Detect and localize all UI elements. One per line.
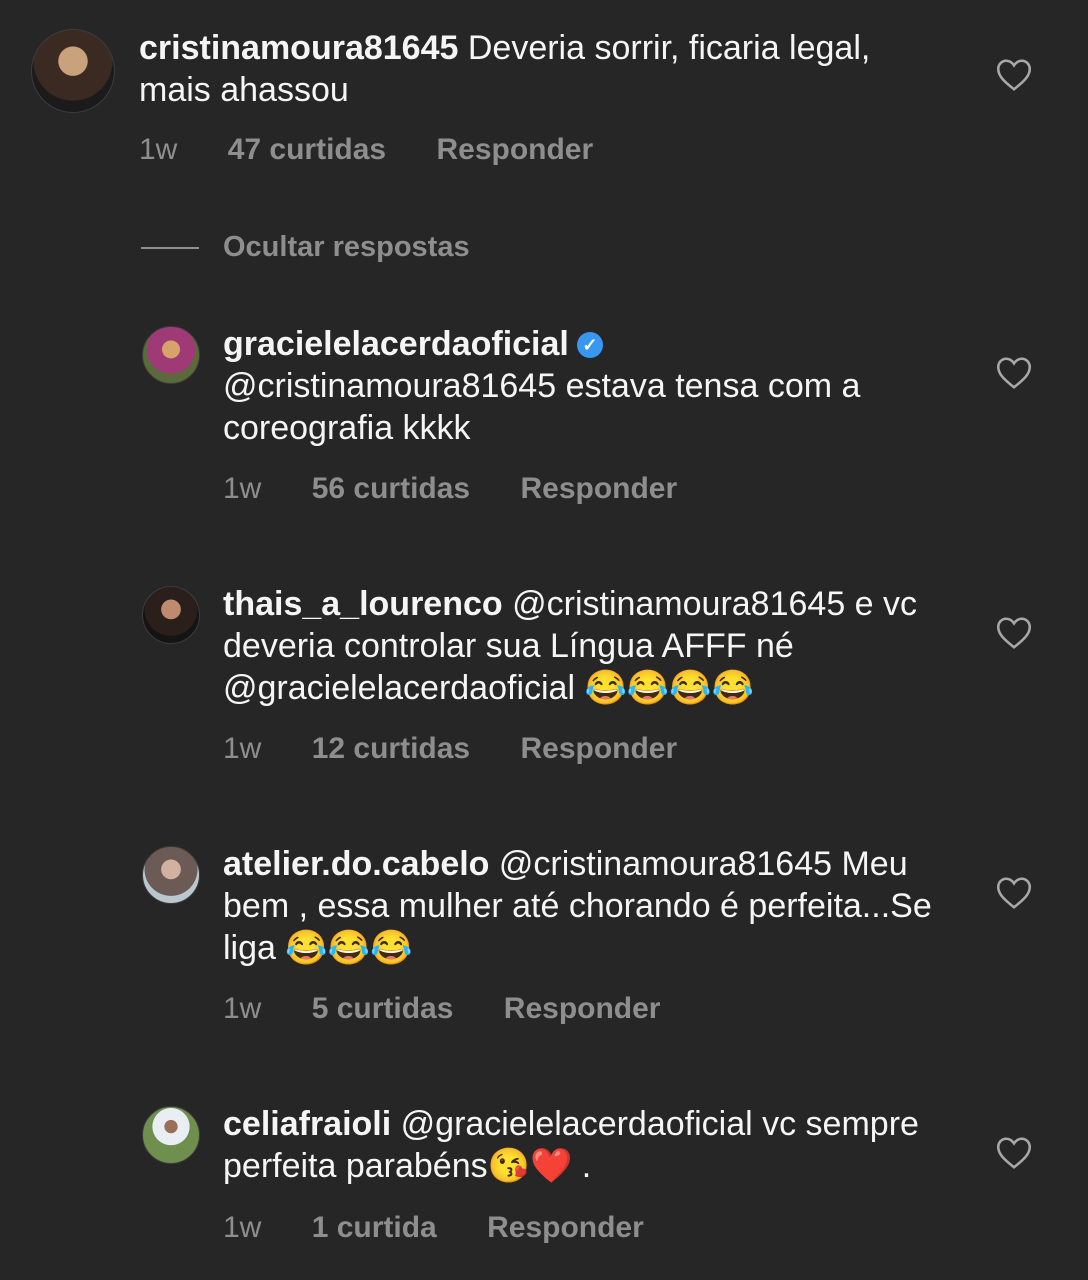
hide-replies-label: Ocultar respostas — [223, 231, 470, 263]
reply-meta: 1w 5 curtidas Responder — [223, 991, 702, 1027]
heart-icon[interactable] — [996, 58, 1032, 92]
reply-body: gracielelacerdaoficial ✓ @cristinamoura81… — [223, 323, 953, 449]
verified-badge-icon: ✓ — [576, 332, 603, 358]
avatar[interactable] — [142, 326, 200, 384]
reply-button[interactable]: Responder — [520, 732, 677, 765]
reply-button[interactable]: Responder — [487, 1211, 644, 1244]
reply-button[interactable]: Responder — [520, 472, 677, 505]
reply-likes[interactable]: 12 curtidas — [312, 732, 470, 765]
reply-likes[interactable]: 1 curtida — [312, 1211, 437, 1244]
reply-username[interactable]: thais_a_lourenco — [223, 585, 503, 623]
reply-text: @cristinamoura81645 estava tensa com a c… — [223, 367, 861, 447]
reply-meta: 1w 56 curtidas Responder — [223, 471, 719, 507]
reply-time: 1w — [223, 732, 262, 765]
reply-time: 1w — [223, 472, 262, 505]
comment-meta: 1w 47 curtidas Responder — [139, 132, 635, 168]
reply-username[interactable]: atelier.do.cabelo — [223, 845, 489, 883]
divider-line — [141, 247, 199, 250]
reply-button[interactable]: Responder — [504, 992, 661, 1025]
reply-time: 1w — [223, 992, 262, 1025]
reply-time: 1w — [223, 1211, 262, 1244]
avatar[interactable] — [31, 29, 115, 113]
reply-username[interactable]: gracielelacerdaoficial — [223, 325, 569, 363]
heart-icon[interactable] — [996, 876, 1032, 910]
reply-body: celiafraioli @gracielelacerdaoficial vc … — [223, 1103, 953, 1187]
hide-replies-button[interactable]: Ocultar respostas — [141, 229, 470, 265]
reply-button[interactable]: Responder — [436, 133, 593, 166]
avatar[interactable] — [142, 846, 200, 904]
heart-icon[interactable] — [996, 1136, 1032, 1170]
avatar[interactable] — [142, 586, 200, 644]
reply-likes[interactable]: 5 curtidas — [312, 992, 454, 1025]
reply-body: thais_a_lourenco @cristinamoura81645 e v… — [223, 583, 953, 709]
heart-icon[interactable] — [996, 616, 1032, 650]
comment-username[interactable]: cristinamoura81645 — [139, 29, 458, 67]
heart-icon[interactable] — [996, 356, 1032, 390]
reply-body: atelier.do.cabelo @cristinamoura81645 Me… — [223, 843, 953, 969]
comment-time: 1w — [139, 133, 178, 166]
avatar[interactable] — [142, 1106, 200, 1164]
comment-body: cristinamoura81645 Deveria sorrir, ficar… — [139, 27, 939, 111]
reply-username[interactable]: celiafraioli — [223, 1105, 391, 1143]
comment-likes[interactable]: 47 curtidas — [228, 133, 386, 166]
reply-meta: 1w 12 curtidas Responder — [223, 731, 719, 767]
reply-likes[interactable]: 56 curtidas — [312, 472, 470, 505]
reply-meta: 1w 1 curtida Responder — [223, 1210, 686, 1246]
